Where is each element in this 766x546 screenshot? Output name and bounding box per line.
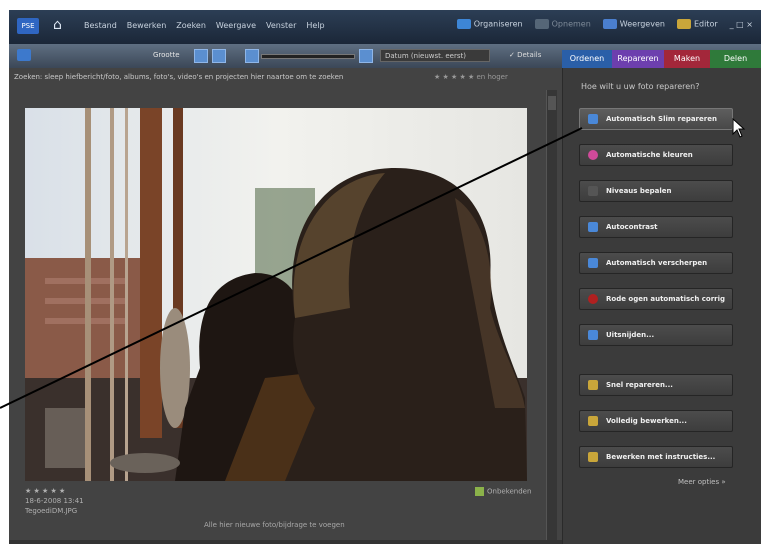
mouse-cursor-icon xyxy=(732,118,746,138)
annotation-line xyxy=(0,127,583,409)
